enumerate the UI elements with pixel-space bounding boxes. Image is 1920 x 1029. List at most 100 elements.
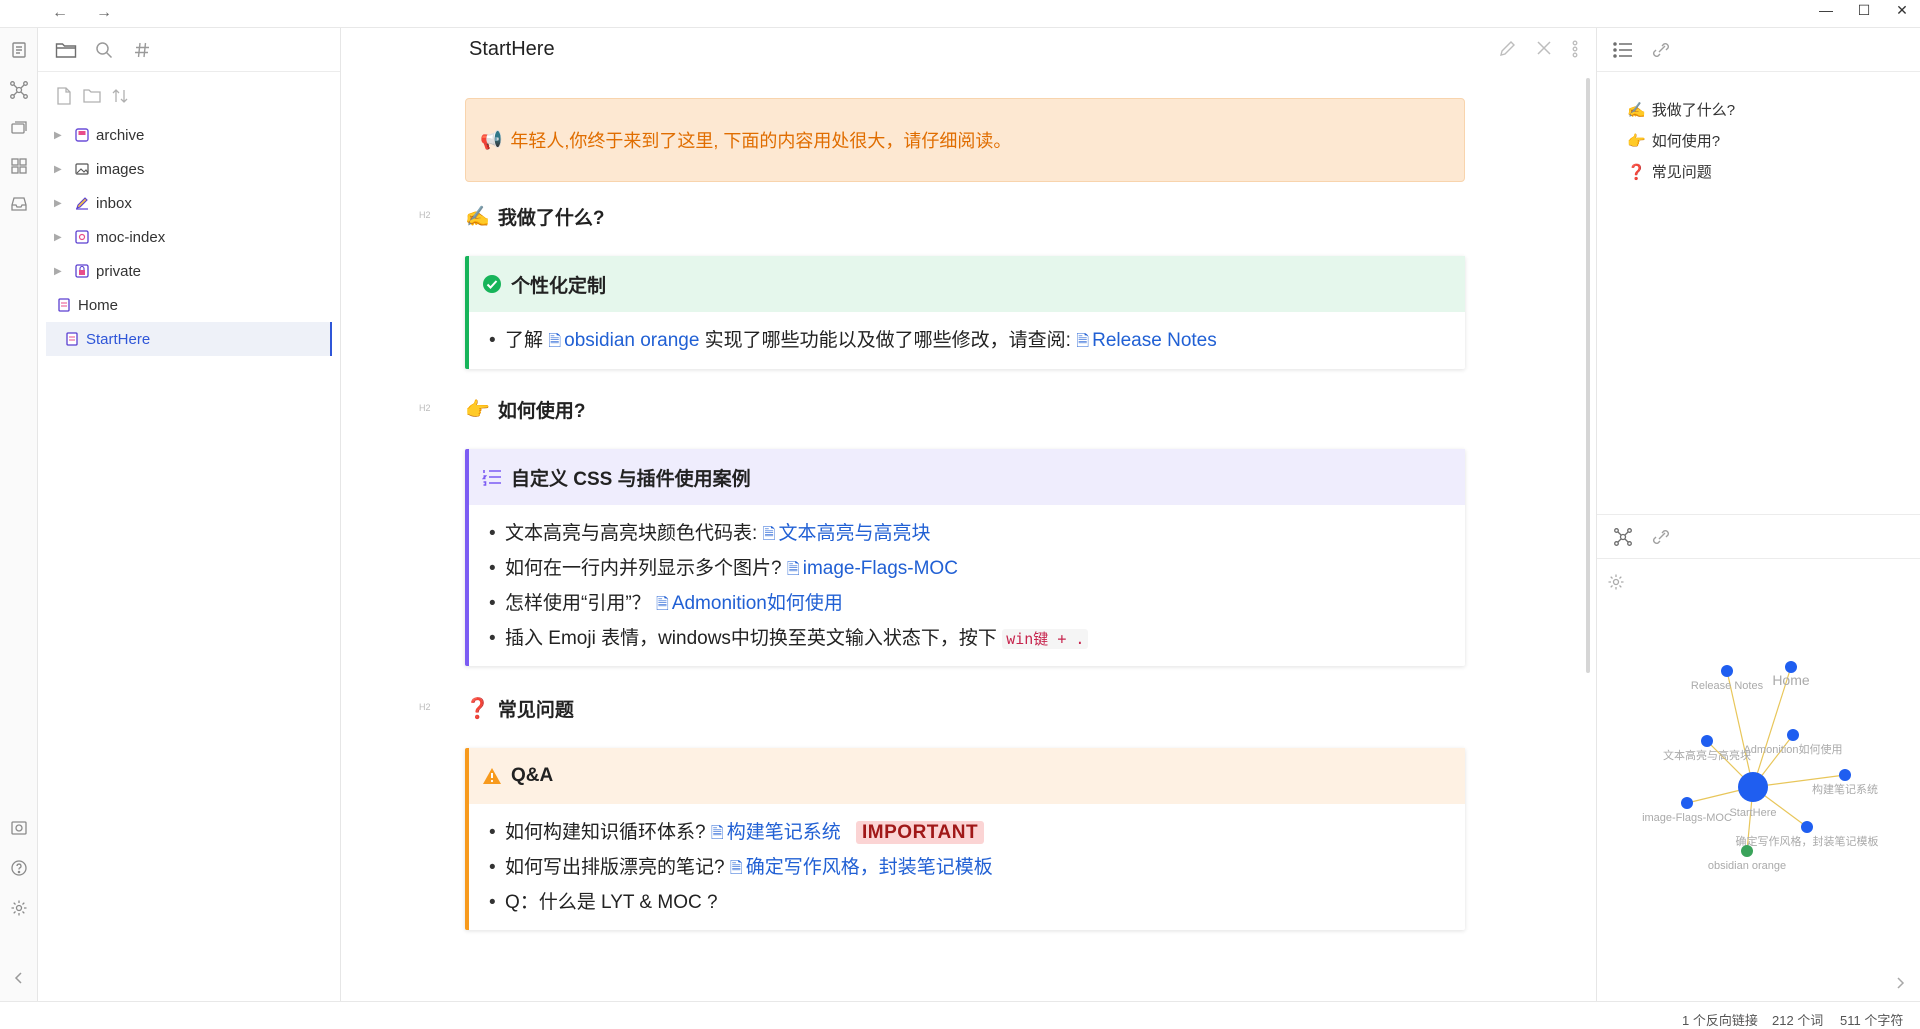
graph-node-label: 构建笔记系统 — [1812, 782, 1878, 796]
graph-node[interactable] — [1701, 735, 1713, 747]
heading-what-i-did: H2 ✍️ 我做了什么? — [419, 196, 1465, 236]
close-window-button[interactable]: ✕ — [1882, 2, 1920, 19]
graph-view-icon[interactable] — [7, 78, 31, 102]
link-admonition[interactable]: Admonition如何使用 — [672, 593, 843, 614]
maximize-button[interactable]: ☐ — [1844, 2, 1884, 19]
more-options-icon[interactable] — [1572, 40, 1578, 63]
document-icon: 🗎 — [786, 561, 800, 578]
note-icon — [64, 331, 80, 347]
minimize-button[interactable]: — — [1806, 2, 1846, 18]
list-item: 怎样使用“引用”？ 🗎Admonition如何使用 — [489, 587, 1465, 622]
edit-pencil-icon[interactable] — [1498, 40, 1516, 63]
local-graph[interactable]: Release Notes Home Admonition如何使用文本高亮与高亮块构… — [1597, 655, 1920, 955]
link-writing-style[interactable]: 确定写作风格，封装笔记模板 — [746, 857, 993, 878]
title-bar: ← → — ☐ ✕ — [0, 0, 1920, 28]
folder-images[interactable]: ▶ images — [38, 152, 340, 186]
graph-node-label: Release Notes — [1691, 680, 1764, 692]
list-item: 了解 🗎obsidian orange 实现了哪些功能以及做了哪些修改，请查阅:… — [489, 324, 1465, 359]
document-icon: 🗎 — [655, 596, 669, 613]
writing-hand-icon: ✍️ — [1627, 101, 1646, 119]
graph-node[interactable] — [1787, 729, 1799, 741]
templates-icon[interactable] — [7, 154, 31, 178]
welcome-banner: 📢 年轻人,你终于来到了这里, 下面的内容用处很大，请仔细阅读。 — [465, 98, 1465, 182]
right-sidebar-tabs — [1597, 28, 1920, 72]
graph-view-icon[interactable] — [1609, 525, 1637, 549]
chevron-right-icon[interactable]: ▶ — [54, 232, 66, 243]
open-quick-switcher-icon[interactable] — [7, 38, 31, 62]
chevron-right-icon[interactable]: ▶ — [54, 164, 66, 175]
note-title[interactable]: StartHere — [469, 38, 555, 61]
callout-list: 如何构建知识循环体系? 🗎构建笔记系统 IMPORTANT 如何写出排版漂亮的笔… — [469, 804, 1465, 930]
folder-archive[interactable]: ▶ archive — [38, 118, 340, 152]
graph-node[interactable] — [1839, 769, 1851, 781]
inbox-icon[interactable] — [7, 192, 31, 216]
chevron-right-icon[interactable]: ▶ — [54, 266, 66, 277]
folder-label: private — [96, 262, 142, 280]
new-folder-icon[interactable] — [80, 84, 104, 108]
question-mark-icon: ❓ — [465, 697, 490, 720]
list-text: 如何在一行内并列显示多个图片? — [505, 558, 782, 579]
callout-title[interactable]: Q&A — [469, 748, 1465, 804]
outline-item-how-to-use[interactable]: 👉 如何使用? — [1627, 125, 1920, 156]
forward-arrow-icon[interactable]: → — [90, 4, 118, 22]
pointing-hand-icon: 👉 — [1627, 132, 1646, 150]
outgoing-links-icon[interactable] — [1647, 525, 1675, 549]
index-folder-icon — [74, 229, 90, 245]
link-build-system[interactable]: 构建笔记系统 — [727, 822, 841, 843]
backlinks-icon[interactable] — [1647, 38, 1675, 62]
file-label: StartHere — [86, 330, 151, 348]
new-note-icon[interactable] — [52, 84, 76, 108]
folder-moc-index[interactable]: ▶ moc-index — [38, 220, 340, 254]
graph-node[interactable] — [1801, 821, 1813, 833]
link-obsidian-orange[interactable]: obsidian orange — [564, 330, 699, 351]
folder-label: images — [96, 160, 145, 178]
graph-node[interactable] — [1738, 772, 1768, 802]
sort-order-icon[interactable] — [108, 84, 132, 108]
close-tab-icon[interactable] — [1536, 40, 1552, 63]
callout-list: 文本高亮与高亮块颜色代码表: 🗎文本高亮与高亮块 如何在一行内并列显示多个图片?… — [469, 505, 1465, 666]
editor-scrollbar[interactable] — [1586, 78, 1590, 673]
backlink-count[interactable]: 1 个反向链接 — [1682, 1010, 1758, 1029]
collapse-right-icon[interactable] — [1895, 974, 1907, 995]
file-label: Home — [78, 296, 119, 314]
graph-node[interactable] — [1721, 665, 1733, 677]
tags-hash-icon[interactable] — [128, 38, 156, 62]
note-content: 📢 年轻人,你终于来到了这里, 下面的内容用处很大，请仔细阅读。 H2 ✍️ 我… — [419, 98, 1465, 930]
image-folder-icon — [74, 161, 90, 177]
back-arrow-icon[interactable]: ← — [46, 4, 74, 22]
link-image-flags[interactable]: image-Flags-MOC — [803, 558, 958, 579]
graph-node-label: 文本高亮与高亮块 — [1663, 748, 1751, 762]
pencil-folder-icon — [74, 195, 90, 211]
outline-item-faq[interactable]: ❓ 常见问题 — [1627, 156, 1920, 187]
list-text: 如何构建知识循环体系? — [505, 822, 706, 843]
graph-node[interactable] — [1741, 845, 1753, 857]
slides-icon[interactable] — [7, 116, 31, 140]
inline-code: win键 + . — [1002, 629, 1089, 649]
callout-title[interactable]: 个性化定制 — [469, 256, 1465, 312]
outline-list-icon[interactable] — [1609, 38, 1637, 62]
link-release-notes[interactable]: Release Notes — [1092, 330, 1217, 351]
collapse-left-icon[interactable] — [7, 966, 31, 990]
graph-node[interactable] — [1681, 797, 1693, 809]
search-icon[interactable] — [90, 38, 118, 62]
outline-label: 我做了什么? — [1651, 102, 1736, 119]
help-icon[interactable] — [7, 856, 31, 880]
folder-inbox[interactable]: ▶ inbox — [38, 186, 340, 220]
local-graph-panel: Release Notes Home Admonition如何使用 文本高亮与高亮块构… — [1597, 514, 1920, 1001]
file-home[interactable]: Home — [38, 288, 340, 322]
callout-title[interactable]: 自定义 CSS 与插件使用案例 — [469, 449, 1465, 505]
outline-item-what-i-did[interactable]: ✍️ 我做了什么? — [1627, 94, 1920, 125]
writing-hand-icon: ✍️ — [465, 205, 490, 228]
list-text: 如何写出排版漂亮的笔记? — [505, 857, 725, 878]
chevron-right-icon[interactable]: ▶ — [54, 198, 66, 209]
settings-gear-icon[interactable] — [7, 896, 31, 920]
graph-settings-gear-icon[interactable] — [1607, 573, 1625, 596]
chevron-right-icon[interactable]: ▶ — [54, 130, 66, 141]
vault-switcher-icon[interactable] — [7, 816, 31, 840]
link-highlight[interactable]: 文本高亮与高亮块 — [778, 523, 930, 544]
list-item: Q：什么是 LYT & MOC ? — [489, 886, 1465, 920]
folder-private[interactable]: ▶ private — [38, 254, 340, 288]
graph-tabs — [1597, 515, 1920, 559]
file-starthere[interactable]: StartHere — [46, 322, 332, 356]
folder-tab-icon[interactable] — [52, 38, 80, 62]
